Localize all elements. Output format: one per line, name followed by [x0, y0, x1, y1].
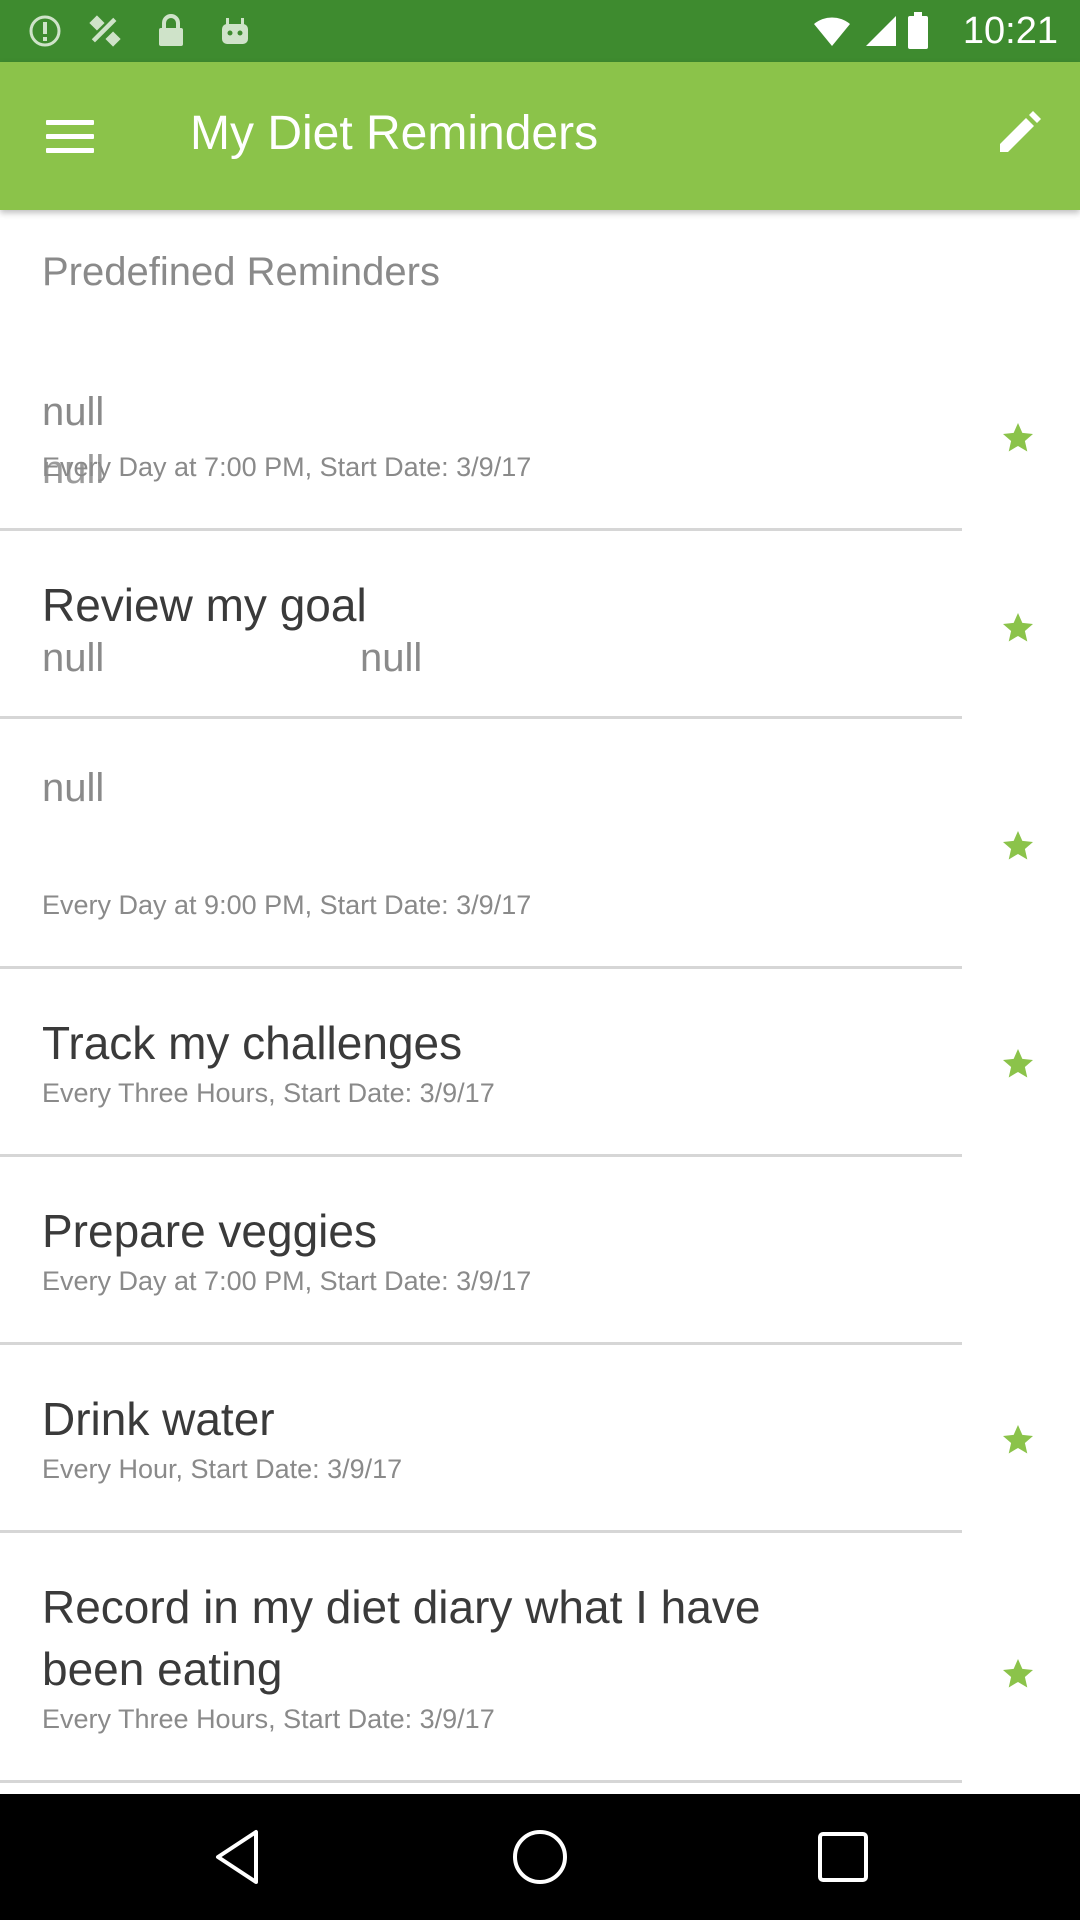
reminder-schedule: Every Day at 9:00 PM, Start Date: 3/9/17	[42, 890, 532, 920]
star-icon[interactable]	[1000, 1422, 1036, 1458]
star-icon[interactable]	[1000, 1046, 1036, 1082]
reminder-title: Track my challenges	[42, 1017, 463, 1069]
back-icon[interactable]	[206, 1824, 272, 1890]
divider	[0, 1780, 962, 1783]
status-bar: 10:21	[0, 0, 1080, 62]
list-item[interactable]: Prepare veggies Every Day at 7:00 PM, St…	[0, 1194, 1080, 1345]
status-time: 10:21	[962, 10, 1058, 52]
page-title: My Diet Reminders	[190, 107, 599, 160]
signal-icon	[864, 14, 898, 48]
lock-icon	[154, 14, 188, 48]
star-icon[interactable]	[1000, 420, 1036, 456]
divider	[0, 1342, 962, 1345]
hamburger-menu-icon[interactable]	[42, 110, 98, 162]
reminder-title: null	[42, 766, 105, 810]
reminder-title: Review my goal	[42, 579, 367, 631]
reminder-title: Drink water	[42, 1393, 275, 1445]
reminder-title: null	[42, 390, 105, 434]
reminder-title-line1: Record in my diet diary what I have	[42, 1581, 761, 1633]
list-item[interactable]: Drink water Every Hour, Start Date: 3/9/…	[0, 1382, 1080, 1533]
reminder-schedule-left: null	[42, 636, 105, 680]
list-item[interactable]: null null Every Day at 7:00 PM, Start Da…	[0, 380, 1080, 531]
fake-gps-icon	[88, 14, 122, 48]
android-icon	[218, 14, 252, 48]
divider	[0, 1154, 962, 1157]
list-item[interactable]: Review my goal null null	[0, 568, 1080, 719]
wifi-icon	[812, 14, 852, 48]
star-icon[interactable]	[1000, 610, 1036, 646]
divider	[0, 966, 962, 969]
section-header: Predefined Reminders	[42, 250, 440, 294]
divider	[0, 716, 962, 719]
reminder-schedule: Every Three Hours, Start Date: 3/9/17	[42, 1704, 495, 1734]
reminder-schedule: Every Hour, Start Date: 3/9/17	[42, 1454, 403, 1484]
battery-icon	[906, 12, 930, 49]
alert-icon	[28, 14, 62, 48]
app-bar: My Diet Reminders	[0, 62, 1080, 210]
star-icon[interactable]	[1000, 1656, 1036, 1692]
list-item[interactable]: null Every Day at 9:00 PM, Start Date: 3…	[0, 756, 1080, 970]
star-icon[interactable]	[1000, 828, 1036, 864]
reminder-title-line2: been eating	[42, 1643, 283, 1695]
pencil-icon[interactable]	[986, 102, 1050, 166]
reminder-schedule-right: null	[360, 636, 423, 680]
list-item[interactable]: Record in my diet diary what I have been…	[0, 1570, 1080, 1784]
reminder-schedule: Every Day at 7:00 PM, Start Date: 3/9/17	[42, 1266, 532, 1296]
reminder-title: Prepare veggies	[42, 1205, 377, 1257]
list-item[interactable]: Track my challenges Every Three Hours, S…	[0, 1006, 1080, 1157]
recents-icon[interactable]	[810, 1824, 876, 1890]
reminder-schedule: Every Three Hours, Start Date: 3/9/17	[42, 1078, 495, 1108]
system-nav-bar	[0, 1794, 1080, 1920]
home-icon[interactable]	[507, 1824, 573, 1890]
divider	[0, 528, 962, 531]
reminder-schedule: Every Day at 7:00 PM, Start Date: 3/9/17	[42, 452, 532, 482]
divider	[0, 1530, 962, 1533]
